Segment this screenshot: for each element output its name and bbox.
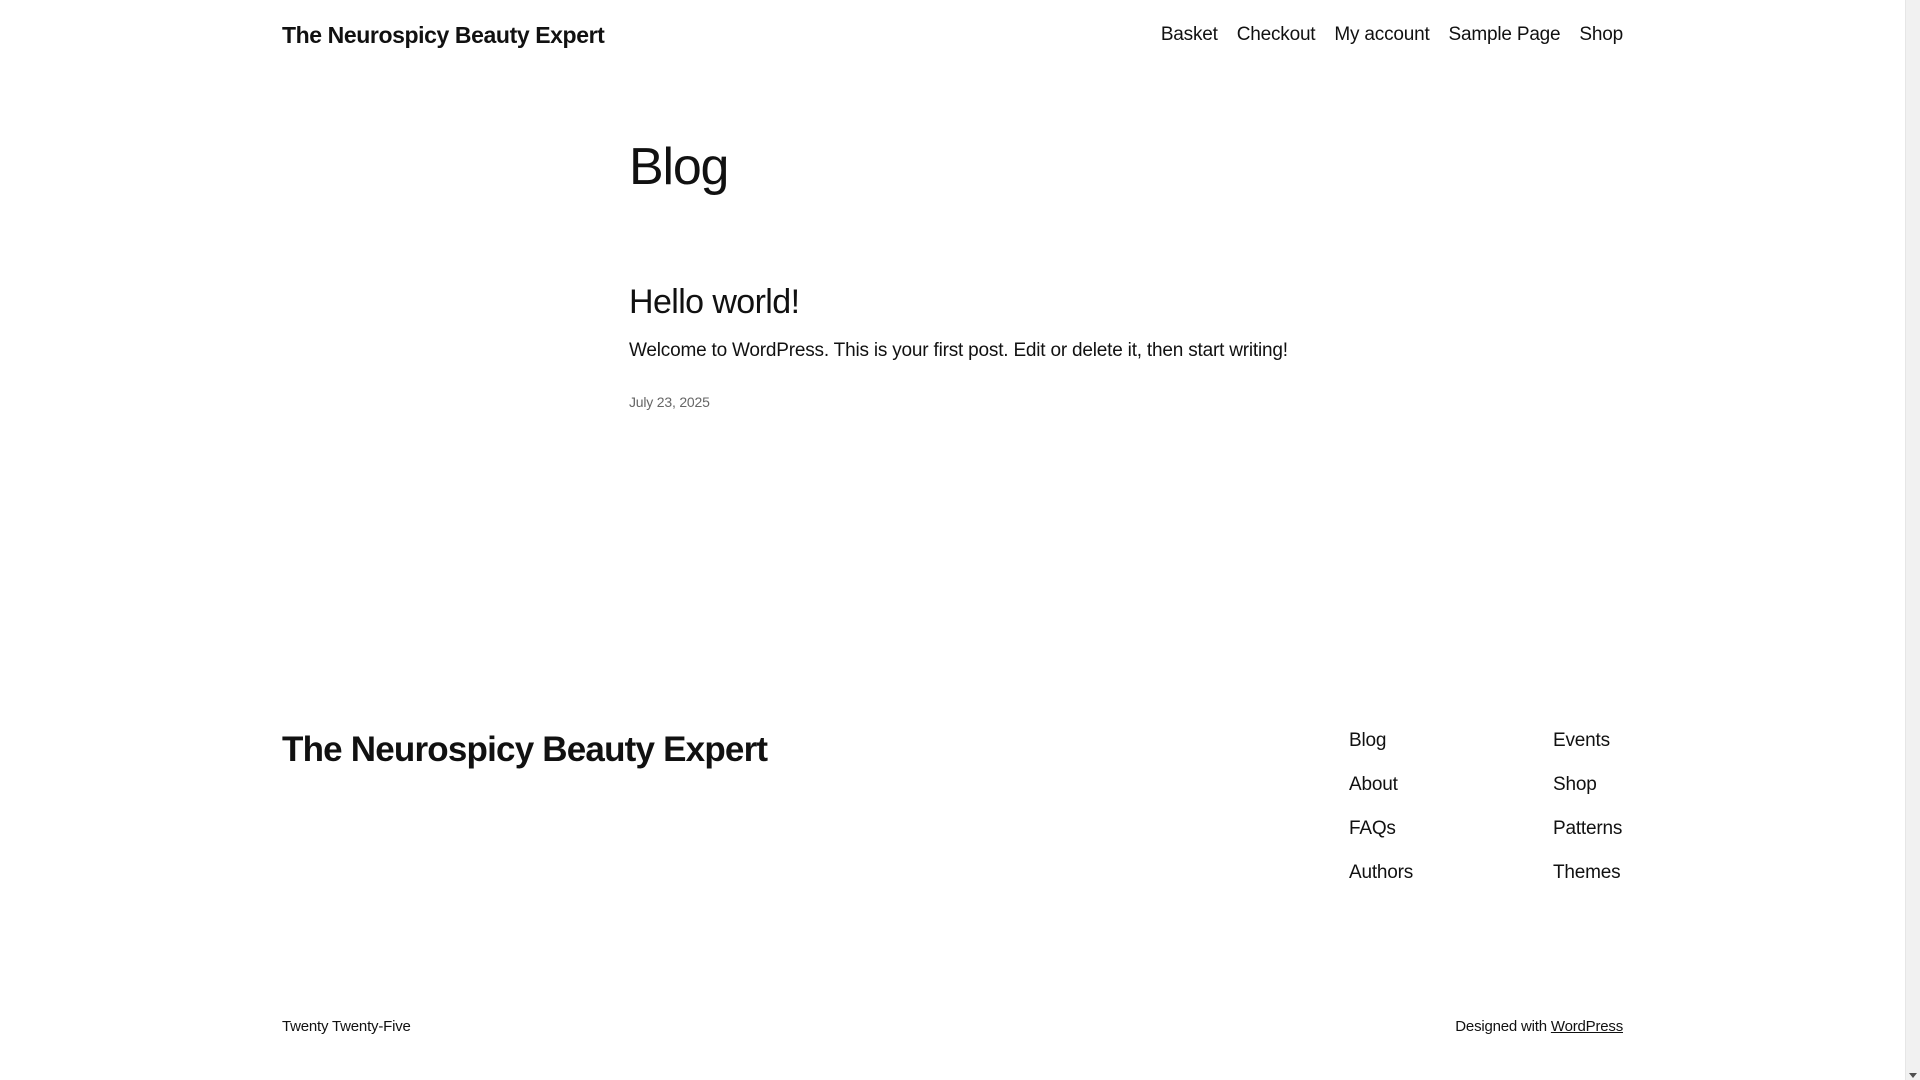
footer-link-blog[interactable]: Blog	[1349, 728, 1413, 754]
designed-with-text: Designed with	[1455, 1018, 1547, 1035]
footer-link-authors[interactable]: Authors	[1349, 860, 1413, 886]
scroll-down-arrow-icon[interactable]	[1909, 1073, 1917, 1078]
footer-link-faqs[interactable]: FAQs	[1349, 816, 1413, 842]
nav-item-sample-page[interactable]: Sample Page	[1449, 24, 1561, 46]
footer-link-events[interactable]: Events	[1553, 728, 1622, 754]
page-title: Blog	[629, 138, 729, 196]
site-header: The Neurospicy Beauty Expert Basket Chec…	[282, 0, 1623, 70]
footer-link-themes[interactable]: Themes	[1553, 860, 1622, 886]
main-nav: Basket Checkout My account Sample Page S…	[1161, 24, 1623, 46]
wordpress-link[interactable]: WordPress	[1551, 1018, 1623, 1035]
footer-site-title-link[interactable]: The Neurospicy Beauty Expert	[282, 726, 768, 774]
footer-link-shop[interactable]: Shop	[1553, 772, 1622, 798]
nav-item-checkout[interactable]: Checkout	[1237, 24, 1316, 46]
footer-link-about[interactable]: About	[1349, 772, 1413, 798]
post-title-link[interactable]: Hello world!	[629, 280, 800, 324]
footer-nav-column-1: Blog About FAQs Authors	[1349, 728, 1413, 886]
nav-item-shop[interactable]: Shop	[1579, 24, 1623, 46]
page: The Neurospicy Beauty Expert Basket Chec…	[0, 0, 1920, 1080]
footer-nav-column-2: Events Shop Patterns Themes	[1553, 728, 1622, 886]
theme-credit: Twenty Twenty-Five	[282, 1018, 411, 1035]
post-excerpt: Welcome to WordPress. This is your first…	[629, 340, 1288, 361]
nav-item-my-account[interactable]: My account	[1334, 24, 1429, 46]
post-date[interactable]: July 23, 2025	[629, 394, 710, 410]
site-title-link[interactable]: The Neurospicy Beauty Expert	[282, 22, 605, 49]
designed-with-credit: Designed with WordPress	[1455, 1018, 1623, 1035]
footer-link-patterns[interactable]: Patterns	[1553, 816, 1622, 842]
vertical-scrollbar[interactable]	[1905, 0, 1920, 1080]
nav-item-basket[interactable]: Basket	[1161, 24, 1218, 46]
